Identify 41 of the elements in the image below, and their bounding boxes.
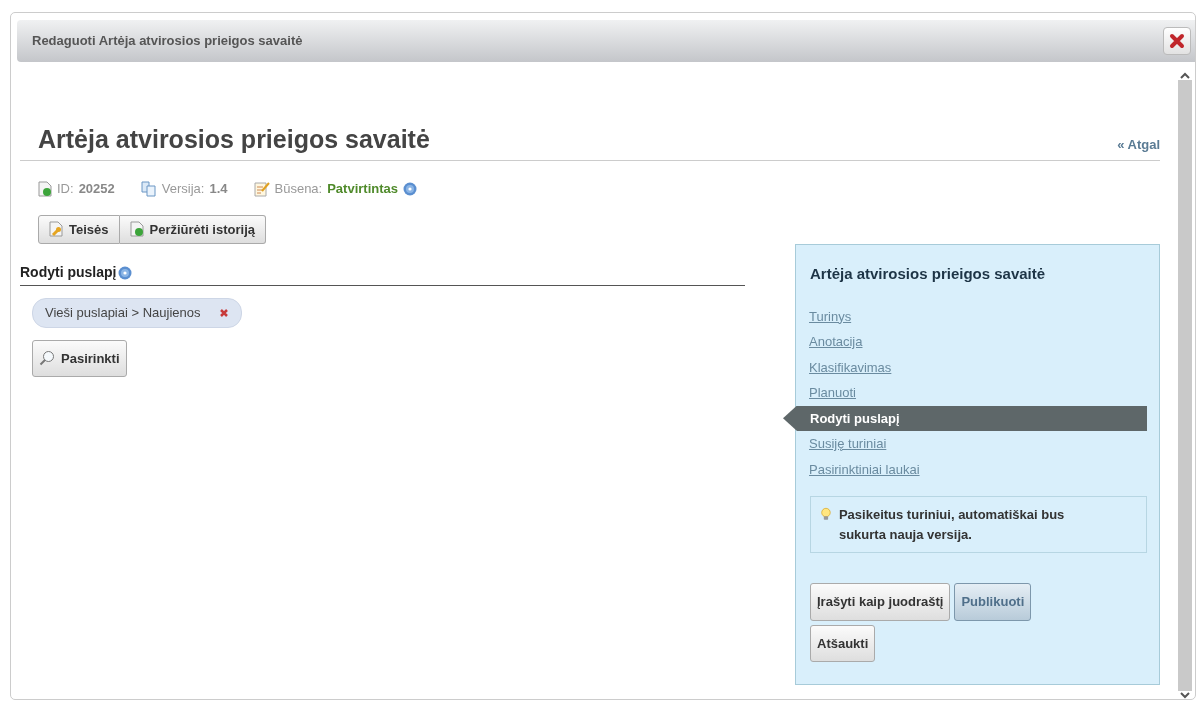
help-icon — [118, 265, 133, 280]
back-link[interactable]: « Atgal — [1117, 134, 1160, 154]
page-tag: Vieši puslapiai > Naujienos — [32, 298, 242, 328]
version-label: Versija: — [161, 180, 205, 198]
form-button[interactable]: Įrašyti kaip juodraštį — [810, 583, 951, 621]
section-title: Rodyti puslapį — [20, 263, 117, 282]
note-text: Pasikeitus turiniui, automatiškai bus sukurta nauja versija. — [838, 506, 1066, 544]
nav-link[interactable]: Susiję turiniai — [809, 431, 1147, 457]
form-button[interactable]: Atšaukti — [810, 624, 876, 662]
search-icon — [39, 350, 55, 367]
nav-link[interactable]: Rodyti puslapį — [783, 405, 1147, 431]
id-value: 20252 — [78, 180, 115, 198]
scroll-up-icon[interactable] — [1180, 72, 1190, 80]
edit-icon — [253, 180, 270, 197]
scroll-down-icon[interactable] — [1180, 691, 1190, 699]
choose-button[interactable]: Pasirinkti — [32, 339, 127, 377]
document-icon — [129, 221, 144, 238]
nav-link[interactable]: Pasirinktiniai laukai — [809, 456, 1147, 482]
copy-icon — [140, 180, 157, 197]
scrollbar[interactable] — [1178, 72, 1192, 699]
help-icon — [403, 181, 417, 196]
close-button[interactable] — [1163, 27, 1191, 55]
dialog-title: Redaguoti Artėja atvirosios prieigos savaitė — [32, 32, 303, 51]
rights-button[interactable]: Teisės — [38, 214, 120, 244]
history-button[interactable]: Peržiūrėti istoriją — [119, 214, 266, 244]
status-value: Patvirtintas — [327, 180, 398, 198]
status-label: Būsena: — [274, 180, 323, 198]
version-value: 1.4 — [209, 180, 228, 198]
lightbulb-icon — [821, 505, 831, 523]
nav-link[interactable]: Anotacija — [809, 329, 1147, 355]
nav-link[interactable]: Turinys — [809, 303, 1147, 329]
key-icon — [49, 221, 63, 238]
nav-link[interactable]: Planuoti — [809, 380, 1147, 406]
nav-link[interactable]: Klasifikavimas — [809, 354, 1147, 380]
page-title: Artėja atvirosios prieigos savaitė — [38, 124, 430, 154]
id-label: ID: — [57, 180, 74, 198]
close-icon — [1169, 33, 1185, 49]
remove-icon[interactable] — [218, 307, 229, 318]
panel-title: Artėja atvirosios prieigos savaitė — [810, 264, 1047, 284]
publish-button[interactable]: Publikuoti — [954, 583, 1032, 621]
document-icon — [38, 180, 52, 197]
